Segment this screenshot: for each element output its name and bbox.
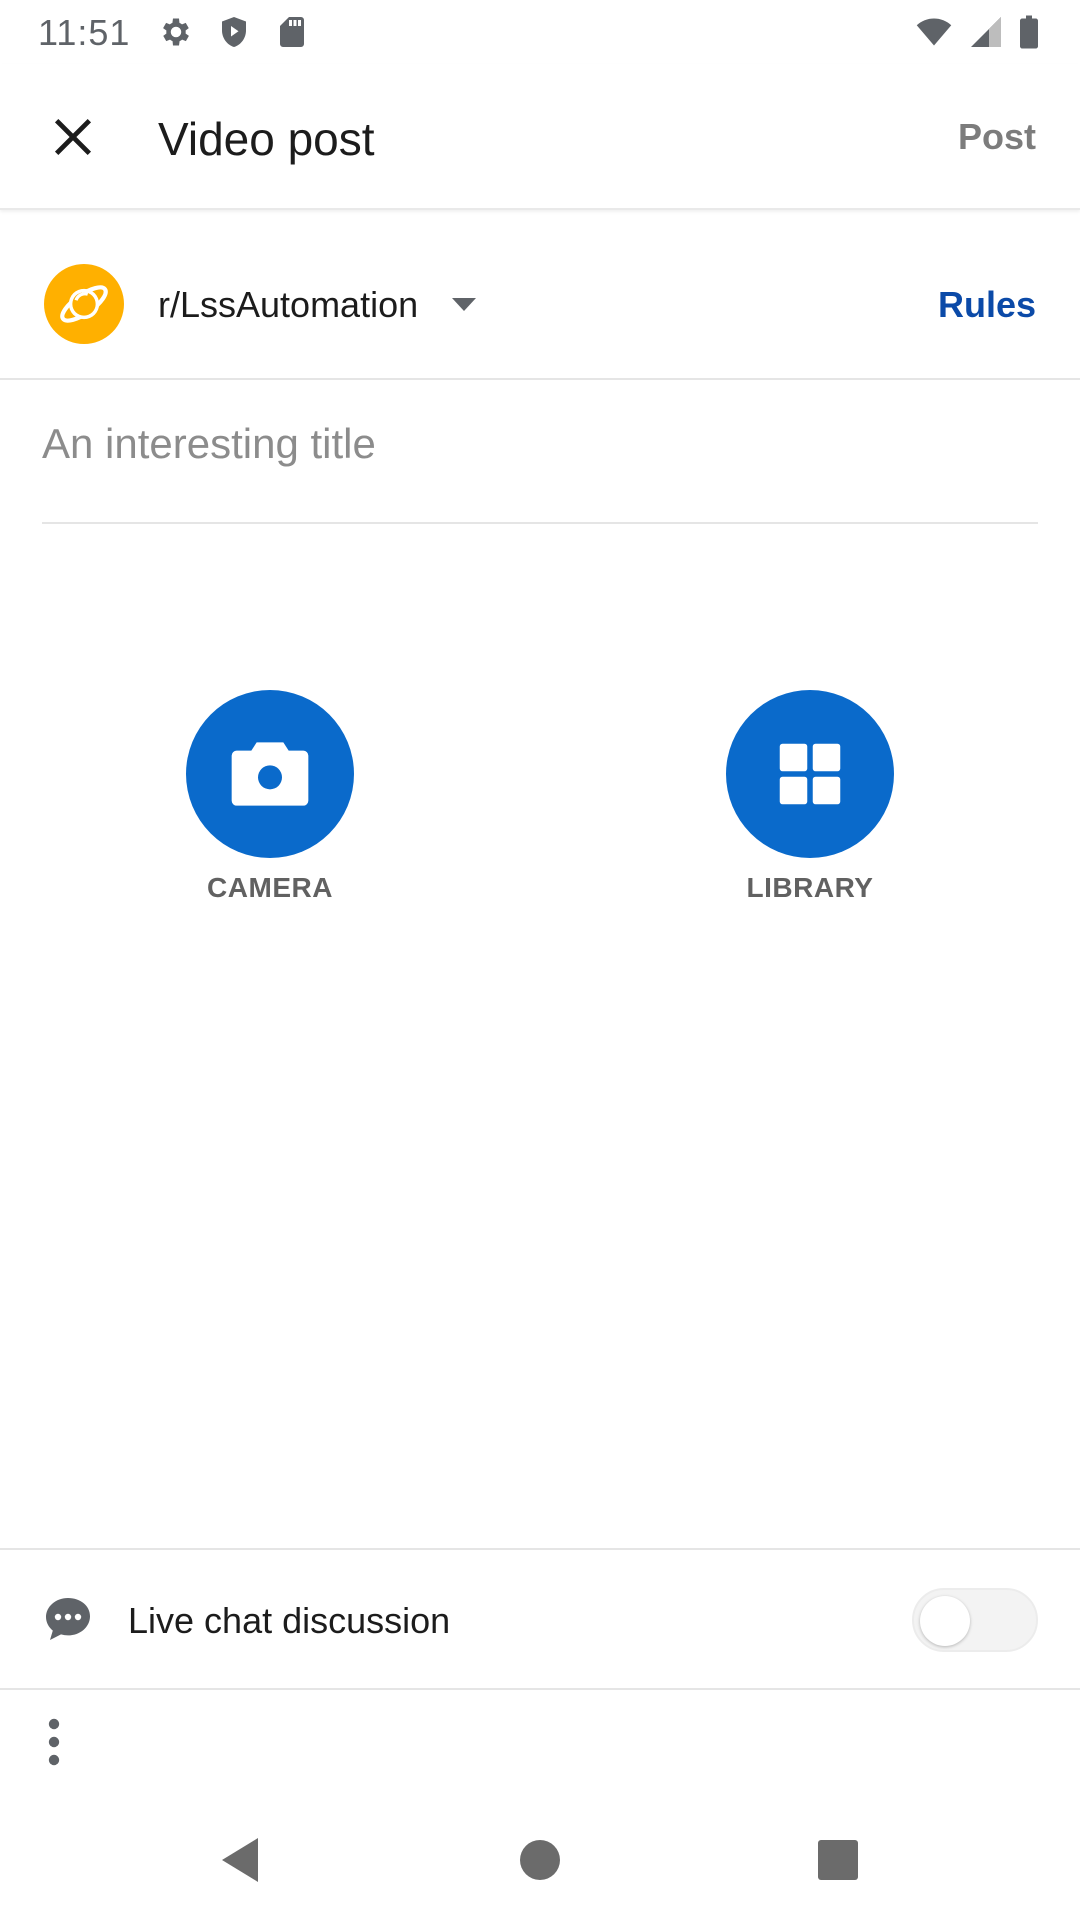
camera-label: CAMERA xyxy=(207,872,333,903)
settings-icon xyxy=(158,14,194,50)
camera-button[interactable] xyxy=(186,690,354,858)
title-field xyxy=(42,420,1038,524)
sd-card-icon xyxy=(274,14,310,50)
live-chat-row: Live chat discussion xyxy=(0,1548,1080,1690)
community-avatar[interactable] xyxy=(44,264,124,344)
status-bar: 11:51 xyxy=(0,0,1080,64)
more-vertical-icon xyxy=(48,1718,60,1766)
library-option[interactable]: LIBRARY xyxy=(690,690,930,904)
shield-icon xyxy=(216,14,252,50)
camera-icon xyxy=(231,742,309,806)
system-nav-bar xyxy=(0,1800,1080,1920)
post-button[interactable]: Post xyxy=(958,116,1036,158)
close-icon xyxy=(54,118,92,156)
library-button[interactable] xyxy=(726,690,894,858)
grid-icon xyxy=(779,743,841,805)
back-icon xyxy=(222,1838,258,1882)
more-options-button[interactable] xyxy=(36,1712,72,1772)
status-time: 11:51 xyxy=(38,12,131,53)
home-icon xyxy=(520,1840,560,1880)
planet-icon xyxy=(60,285,108,323)
page-title: Video post xyxy=(158,113,375,165)
recents-icon xyxy=(818,1840,858,1880)
title-input[interactable] xyxy=(42,420,1038,468)
community-row: r/LssAutomation Rules xyxy=(0,212,1080,380)
back-button[interactable] xyxy=(200,1830,280,1890)
rules-link[interactable]: Rules xyxy=(938,284,1036,326)
toggle-knob xyxy=(920,1596,970,1646)
app-bar: Video post Post xyxy=(0,64,1080,210)
close-button[interactable] xyxy=(40,104,106,170)
library-label: LIBRARY xyxy=(746,872,874,903)
community-selector[interactable]: r/LssAutomation xyxy=(158,284,418,326)
chat-bubble-icon xyxy=(44,1596,92,1647)
recents-button[interactable] xyxy=(798,1830,878,1890)
status-right-icons xyxy=(914,14,1040,50)
status-left-icons xyxy=(158,14,310,50)
chevron-down-icon[interactable] xyxy=(452,298,476,317)
signal-icon xyxy=(968,14,1004,50)
live-chat-toggle[interactable] xyxy=(912,1588,1038,1652)
battery-icon xyxy=(1018,14,1040,50)
camera-option[interactable]: CAMERA xyxy=(150,690,390,904)
live-chat-label: Live chat discussion xyxy=(128,1600,451,1641)
wifi-icon xyxy=(914,14,954,50)
home-button[interactable] xyxy=(500,1830,580,1890)
